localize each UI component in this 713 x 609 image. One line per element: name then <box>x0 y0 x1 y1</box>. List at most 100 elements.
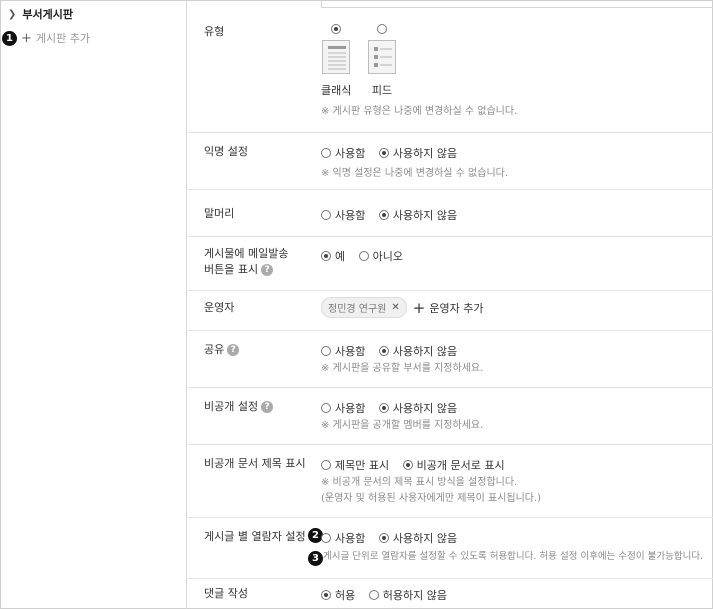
setting-row-type: 유형 클래식 피드 ※ 게시판 유형은 나중에 변경하실 수 없습니다. <box>188 8 713 133</box>
radio-button[interactable] <box>321 251 331 261</box>
plus-icon: + <box>21 30 32 46</box>
operator-field: 정민경 연구원 ✕ + 운영자 추가 <box>321 297 483 318</box>
radio-button[interactable] <box>378 403 389 413</box>
private-option-not-use[interactable]: 사용하지 않음 <box>378 400 457 416</box>
prefix-option-use[interactable]: 사용함 <box>321 207 365 223</box>
operator-name: 정민경 연구원 <box>328 304 387 315</box>
share-option-not-use[interactable]: 사용하지 않음 <box>378 343 458 359</box>
option-label: 사용하지 않음 <box>392 345 458 358</box>
help-icon[interactable]: ? <box>227 344 240 356</box>
option-label: 사용하지 않음 <box>392 147 458 160</box>
viewer-option-use[interactable]: 사용함 <box>321 530 365 546</box>
sidebar: ❯ 부서게시판 1 + 게시판 추가 <box>0 0 187 609</box>
viewer-note: 게시글 단위로 열람자를 설정할 수 있도록 허용합니다. 허용 설정 이후에는… <box>323 551 704 562</box>
prefix-radio-group: 사용함 사용하지 않음 <box>321 207 467 223</box>
setting-label: 공유? <box>204 342 240 358</box>
help-icon[interactable]: ? <box>261 264 274 276</box>
label-line-1: 게시물에 메일발송 <box>204 247 289 260</box>
viewer-option-not-use[interactable]: 사용하지 않음 <box>378 530 457 546</box>
option-label: 사용함 <box>335 345 366 358</box>
option-label: 허용 <box>335 589 356 602</box>
label-text: 공유 <box>204 343 225 356</box>
callout-badge-1: 1 <box>2 30 17 46</box>
setting-label: 익명 설정 <box>204 145 248 158</box>
share-option-use[interactable]: 사용함 <box>321 343 365 359</box>
private-title-option-private[interactable]: 비공개 문서로 표시 <box>402 457 505 473</box>
radio-classic[interactable] <box>331 24 342 34</box>
sidebar-item-department-board[interactable]: ❯ 부서게시판 <box>8 6 73 22</box>
comment-option-allow[interactable]: 허용 <box>321 587 355 603</box>
option-label: 허용하지 않음 <box>382 589 447 602</box>
remove-icon[interactable]: ✕ <box>391 302 399 313</box>
mail-button-option-no[interactable]: 아니오 <box>358 248 403 264</box>
radio-button[interactable] <box>358 251 369 261</box>
radio-button[interactable] <box>321 210 331 220</box>
radio-button[interactable] <box>321 460 331 470</box>
option-label: 비공개 문서로 표시 <box>416 459 505 472</box>
comment-option-disallow[interactable]: 허용하지 않음 <box>368 587 447 603</box>
radio-button[interactable] <box>402 460 413 470</box>
option-label: 사용하지 않음 <box>392 209 458 222</box>
radio-feed[interactable] <box>377 24 387 34</box>
callout-badge-3: 3 <box>308 551 323 566</box>
radio-button[interactable] <box>321 403 331 413</box>
anonymous-option-use[interactable]: 사용함 <box>321 145 365 161</box>
option-label: 아니오 <box>372 250 403 263</box>
top-field-edge <box>321 0 713 8</box>
anonymous-radio-group: 사용함 사용하지 않음 <box>321 145 467 161</box>
label-line-2: 버튼을 표시? <box>204 262 288 278</box>
radio-button[interactable] <box>378 346 389 356</box>
plus-icon: + <box>412 298 426 317</box>
type-option-classic[interactable]: 클래식 <box>321 24 351 98</box>
radio-button[interactable] <box>378 148 389 158</box>
add-operator-button[interactable]: + 운영자 추가 <box>413 299 484 317</box>
radio-button[interactable] <box>321 533 331 543</box>
add-board-button[interactable]: 1 + 게시판 추가 <box>2 30 90 46</box>
add-operator-label: 운영자 추가 <box>429 301 484 315</box>
setting-label: 게시글 별 열람자 설정 <box>204 530 306 543</box>
private-option-use[interactable]: 사용함 <box>321 400 365 416</box>
option-label: 사용함 <box>335 147 366 160</box>
radio-button[interactable] <box>368 590 379 600</box>
setting-row-share: 공유? 사용함 사용하지 않음 ※ 게시판을 공유할 부서를 지정하세요. <box>188 331 713 388</box>
feed-board-icon <box>368 40 396 74</box>
setting-label: 비공개 설정? <box>204 399 274 415</box>
radio-button[interactable] <box>321 590 331 600</box>
chevron-right-icon: ❯ <box>8 8 17 20</box>
private-title-option-title-only[interactable]: 제목만 표시 <box>321 457 389 473</box>
help-icon[interactable]: ? <box>261 401 274 413</box>
operator-chip: 정민경 연구원 ✕ <box>321 297 407 318</box>
setting-label: 게시물에 메일발송 버튼을 표시? <box>204 246 288 278</box>
anonymous-note: ※ 익명 설정은 나중에 변경하실 수 없습니다. <box>321 168 509 179</box>
setting-row-operator: 운영자 정민경 연구원 ✕ + 운영자 추가 <box>188 291 713 331</box>
type-option-label: 클래식 <box>321 84 352 97</box>
label-text: 버튼을 표시 <box>204 263 259 276</box>
radio-button[interactable] <box>378 533 389 543</box>
note-line-1: ※ 비공개 문서의 제목 표시 방식을 설정합니다. <box>321 477 518 488</box>
option-label: 사용함 <box>335 532 366 545</box>
type-option-label: 피드 <box>371 84 393 97</box>
viewer-radio-group: 사용함 사용하지 않음 <box>321 530 467 546</box>
prefix-option-not-use[interactable]: 사용하지 않음 <box>378 207 458 223</box>
option-label: 사용함 <box>335 402 366 415</box>
private-title-note: ※ 비공개 문서의 제목 표시 방식을 설정합니다. (운영자 및 허용된 사용… <box>321 475 541 507</box>
private-note: ※ 게시판을 공개할 멤버를 지정하세요. <box>321 420 484 431</box>
radio-button[interactable] <box>378 210 389 220</box>
classic-board-icon <box>322 40 351 74</box>
label-text: 비공개 설정 <box>204 400 259 413</box>
mail-button-option-yes[interactable]: 예 <box>321 248 345 264</box>
radio-button[interactable] <box>321 148 331 158</box>
type-option-feed[interactable]: 피드 <box>368 24 396 98</box>
setting-row-private-title: 비공개 문서 제목 표시 제목만 표시 비공개 문서로 표시 ※ 비공개 문서의… <box>188 445 713 518</box>
private-title-radio-group: 제목만 표시 비공개 문서로 표시 <box>321 457 515 473</box>
setting-row-prefix: 말머리 사용함 사용하지 않음 <box>188 190 713 237</box>
radio-button[interactable] <box>321 346 331 356</box>
type-note: ※ 게시판 유형은 나중에 변경하실 수 없습니다. <box>321 106 518 117</box>
option-label: 예 <box>335 250 346 263</box>
setting-row-anonymous: 익명 설정 사용함 사용하지 않음 ※ 익명 설정은 나중에 변경하실 수 없습… <box>188 133 713 190</box>
note-line-2: (운영자 및 허용된 사용자에게만 제목이 표시됩니다.) <box>321 493 542 504</box>
setting-label: 유형 <box>204 25 225 38</box>
setting-label: 운영자 <box>204 301 235 314</box>
anonymous-option-not-use[interactable]: 사용하지 않음 <box>378 145 458 161</box>
setting-label: 댓글 작성 <box>204 587 248 600</box>
